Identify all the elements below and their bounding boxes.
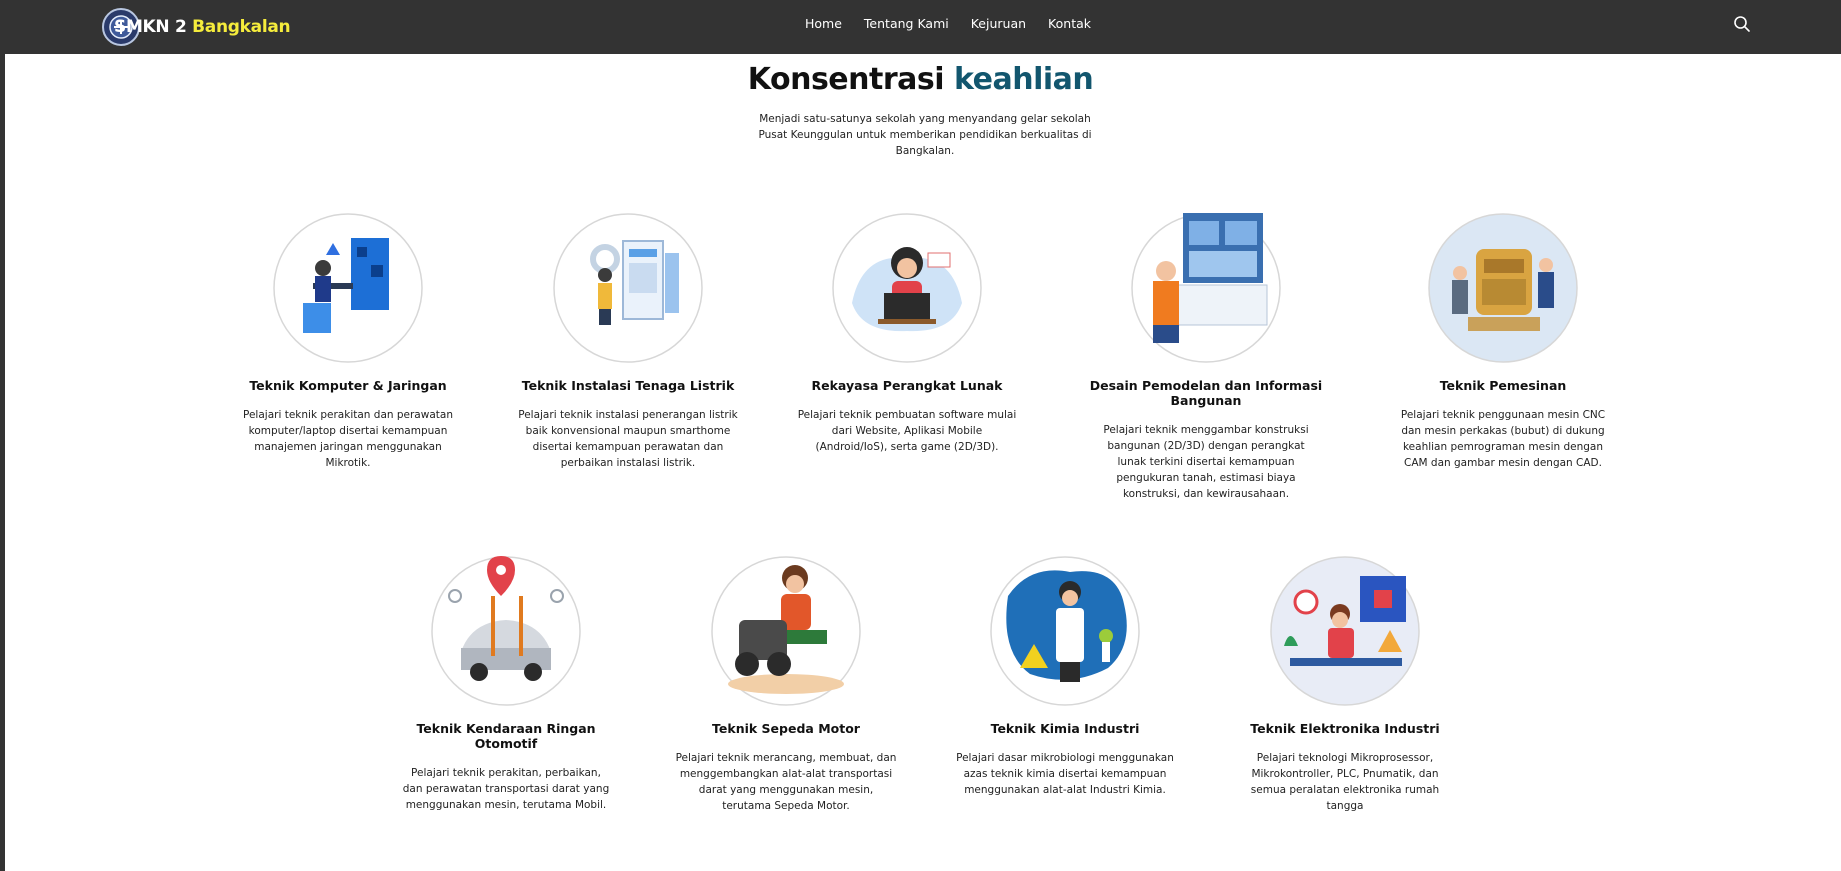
program-description: Pelajari dasar mikrobiologi menggunakan … [956,752,1174,796]
program-title: Teknik Sepeda Motor [712,721,860,736]
program-illustration [273,213,423,363]
program-title: Teknik Elektronika Industri [1250,721,1440,736]
program-illustration [1131,213,1281,363]
search-icon[interactable] [1733,15,1751,33]
nav-tentang-kami[interactable]: Tentang Kami [864,16,949,31]
main-nav: Home Tentang Kami Kejuruan Kontak [805,16,1091,31]
program-title: Teknik Komputer & Jaringan [249,378,447,393]
program-card-tpm[interactable]: Teknik Pemesinan Pelajari teknik penggun… [1383,213,1623,471]
logo-text-city: Bangkalan [192,17,291,37]
navbar: SMKN 2 Bangkalan Home Tentang Kami Kejur… [0,0,1841,54]
program-description: Pelajari teknologi Mikroprosessor, Mikro… [1250,752,1440,812]
program-title: Teknik Kendaraan Ringan Otomotif [416,721,596,751]
nav-home[interactable]: Home [805,16,842,31]
program-illustration [990,556,1140,706]
program-illustration [832,213,982,363]
program-card-tkj[interactable]: Teknik Komputer & Jaringan Pelajari tekn… [228,213,468,471]
program-illustration [711,556,861,706]
program-card-dpib[interactable]: Desain Pemodelan dan Informasi Bangunan … [1066,213,1346,502]
program-description: Pelajari teknik penggunaan mesin CNC dan… [1400,409,1606,469]
program-title: Teknik Pemesinan [1439,378,1567,393]
site-logo[interactable]: SMKN 2 Bangkalan [102,8,291,46]
program-card-tkro[interactable]: Teknik Kendaraan Ringan Otomotif Pelajar… [386,556,626,813]
program-description: Pelajari teknik perakitan, perbaikan, da… [402,767,610,811]
heading-accent-text: keahlian [953,62,1094,97]
nav-kejuruan[interactable]: Kejuruan [971,16,1026,31]
logo-text: SMKN 2 Bangkalan [114,17,291,37]
program-description: Pelajari teknik perakitan dan perawatan … [243,409,453,469]
program-illustration [553,213,703,363]
program-description: Pelajari teknik menggambar konstruksi ba… [1103,424,1309,500]
program-description: Pelajari teknik pembuatan software mulai… [797,409,1017,453]
program-card-tsm[interactable]: Teknik Sepeda Motor Pelajari teknik mera… [666,556,906,814]
program-card-rpl[interactable]: Rekayasa Perangkat Lunak Pelajari teknik… [787,213,1027,455]
program-title: Desain Pemodelan dan Informasi Bangunan [1089,378,1323,408]
program-description: Pelajari teknik instalasi penerangan lis… [518,409,738,469]
program-card-titl[interactable]: Teknik Instalasi Tenaga Listrik Pelajari… [508,213,748,471]
heading-text: Konsentrasi [747,62,945,97]
program-description: Pelajari teknik merancang, membuat, dan … [675,752,897,812]
program-title: Rekayasa Perangkat Lunak [811,378,1003,393]
program-illustration [1428,213,1578,363]
program-title: Teknik Instalasi Tenaga Listrik [521,378,735,393]
program-card-tei[interactable]: Teknik Elektronika Industri Pelajari tek… [1225,556,1465,814]
program-illustration [431,556,581,706]
section-heading: Konsentrasi keahlian [0,62,1841,97]
program-illustration [1270,556,1420,706]
program-title: Teknik Kimia Industri [990,721,1140,736]
program-card-tki[interactable]: Teknik Kimia Industri Pelajari dasar mik… [945,556,1185,798]
nav-kontak[interactable]: Kontak [1048,16,1091,31]
logo-text-school: SMKN 2 [114,17,187,37]
section-subtitle: Menjadi satu-satunya sekolah yang menyan… [758,113,1092,157]
